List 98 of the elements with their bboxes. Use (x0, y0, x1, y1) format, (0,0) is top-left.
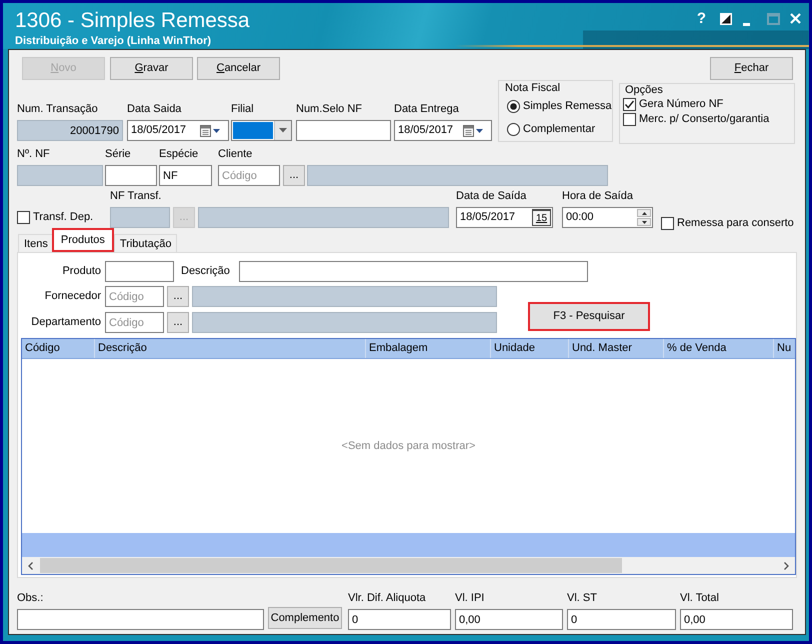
field-label: Data Saida (127, 103, 182, 116)
horizontal-scrollbar[interactable] (22, 557, 795, 574)
toolbar-button[interactable]: Gravar (110, 57, 193, 80)
field-label: Série (105, 148, 132, 161)
column-header[interactable]: Descrição (95, 339, 366, 358)
checkbox-label: Transf. Dep. (33, 211, 94, 224)
field-label: Vl. ST (567, 592, 598, 605)
name-field[interactable] (307, 165, 608, 186)
dropdown-field[interactable] (231, 120, 292, 141)
code-field[interactable]: Código (218, 165, 280, 186)
calendar-icon[interactable] (463, 124, 474, 136)
number-field[interactable]: 0,00 (455, 609, 563, 630)
checkbox[interactable] (661, 217, 674, 230)
field-label: Produto (61, 265, 101, 278)
search-button[interactable]: F3 - Pesquisar (528, 302, 650, 331)
tab[interactable]: Itens (18, 234, 54, 252)
radio-button[interactable] (507, 100, 520, 113)
field-label: Vl. Total (680, 592, 720, 605)
column-header[interactable]: Código (22, 339, 95, 358)
contrast-icon[interactable] (720, 13, 732, 25)
tab[interactable]: Tributação (114, 234, 178, 252)
text-field[interactable] (17, 609, 264, 630)
checkbox-label: Merc. p/ Conserto/garantia (639, 113, 770, 126)
column-header[interactable]: % de Venda (664, 339, 774, 358)
group-title: Nota Fiscal (505, 82, 562, 95)
field-label: Vl. IPI (455, 592, 486, 605)
date-field[interactable]: 18/05/2017 (127, 120, 229, 141)
field-label: NF Transf. (110, 190, 162, 203)
field-label: Filial (231, 103, 255, 116)
field-label: Nº. NF (17, 148, 51, 161)
window-title: 1306 - Simples Remessa (15, 9, 250, 33)
column-header[interactable]: Unidade (491, 339, 569, 358)
text-field[interactable]: 20001790 (17, 120, 123, 141)
column-header[interactable]: Und. Master (569, 339, 664, 358)
field-label: Descrição (181, 265, 231, 278)
text-field[interactable] (105, 261, 174, 282)
ellipsis-button[interactable]: ... (167, 286, 189, 307)
field-label: Data Entrega (394, 103, 460, 116)
caret-down-icon[interactable] (279, 128, 287, 133)
column-header[interactable]: Embalagem (366, 339, 491, 358)
field-label: Fornecedor (44, 290, 101, 303)
caret-down-icon[interactable] (476, 128, 483, 132)
calendar-icon[interactable] (200, 124, 211, 136)
radio-label: Simples Remessa (523, 100, 612, 113)
field-label: Obs.: (17, 592, 44, 605)
radio-button[interactable] (507, 123, 520, 136)
caret-up-icon[interactable] (642, 212, 646, 214)
scrollbar-thumb[interactable] (40, 558, 622, 573)
column-header[interactable]: Nu (774, 339, 795, 358)
help-button[interactable]: ? (696, 11, 706, 27)
empty-state-text: <Sem dados para mostrar> (342, 440, 476, 452)
dropdown-button[interactable] (274, 121, 291, 140)
toolbar-button[interactable]: Fechar (710, 57, 793, 80)
checkbox[interactable] (17, 211, 30, 224)
text-field[interactable] (239, 261, 588, 282)
code-field[interactable]: Código (105, 312, 164, 333)
chevron-left-icon[interactable] (28, 562, 33, 570)
toolbar-button[interactable]: Cancelar (197, 57, 280, 80)
complement-button[interactable]: Complemento (268, 607, 342, 629)
field-label: Data de Saída (456, 190, 528, 203)
calendar-button[interactable]: 15 (532, 209, 551, 226)
checkbox[interactable] (623, 113, 636, 126)
name-field[interactable] (198, 207, 449, 228)
date-field[interactable]: 18/05/2017 15 (456, 207, 553, 228)
code-field[interactable]: Código (105, 286, 164, 307)
chevron-right-icon[interactable] (784, 562, 789, 570)
checkbox-label: Gera Número NF (639, 98, 724, 111)
name-field[interactable] (192, 312, 497, 333)
field-label: Cliente (218, 148, 254, 161)
date-field[interactable]: 18/05/2017 (394, 120, 492, 141)
field-label: Vlr. Dif. Aliquota (348, 592, 427, 605)
group-title: Opções (625, 84, 664, 97)
text-field[interactable] (296, 120, 391, 141)
caret-down-icon[interactable] (642, 220, 646, 224)
number-field[interactable]: 0 (348, 609, 451, 630)
field-label: Num.Selo NF (296, 103, 364, 116)
checkbox-label: Remessa para conserto (677, 217, 794, 230)
caret-down-icon[interactable] (213, 128, 220, 132)
field-label: Num. Transação (17, 103, 99, 116)
spin-up-button[interactable] (637, 209, 651, 217)
field-label: Hora de Saída (562, 190, 634, 203)
text-field[interactable] (17, 165, 103, 186)
ellipsis-button[interactable]: ... (167, 312, 189, 333)
text-field[interactable]: NF (159, 165, 212, 186)
spin-down-button[interactable] (637, 218, 651, 226)
text-field[interactable] (105, 165, 157, 186)
time-field[interactable]: 00:00 (562, 207, 653, 228)
field-label: Espécie (159, 148, 200, 161)
number-field[interactable]: 0 (567, 609, 676, 630)
checkbox[interactable] (623, 98, 636, 111)
tab[interactable]: Produtos (52, 228, 114, 252)
radio-label: Complementar (523, 123, 596, 136)
window-subtitle: Distribuição e Varejo (Linha WinThor) (15, 35, 212, 48)
close-icon[interactable] (790, 13, 801, 24)
name-field[interactable] (192, 286, 497, 307)
ellipsis-button[interactable]: ... (283, 165, 305, 186)
field-label: Departamento (30, 316, 101, 329)
number-field[interactable]: 0,00 (680, 609, 793, 630)
